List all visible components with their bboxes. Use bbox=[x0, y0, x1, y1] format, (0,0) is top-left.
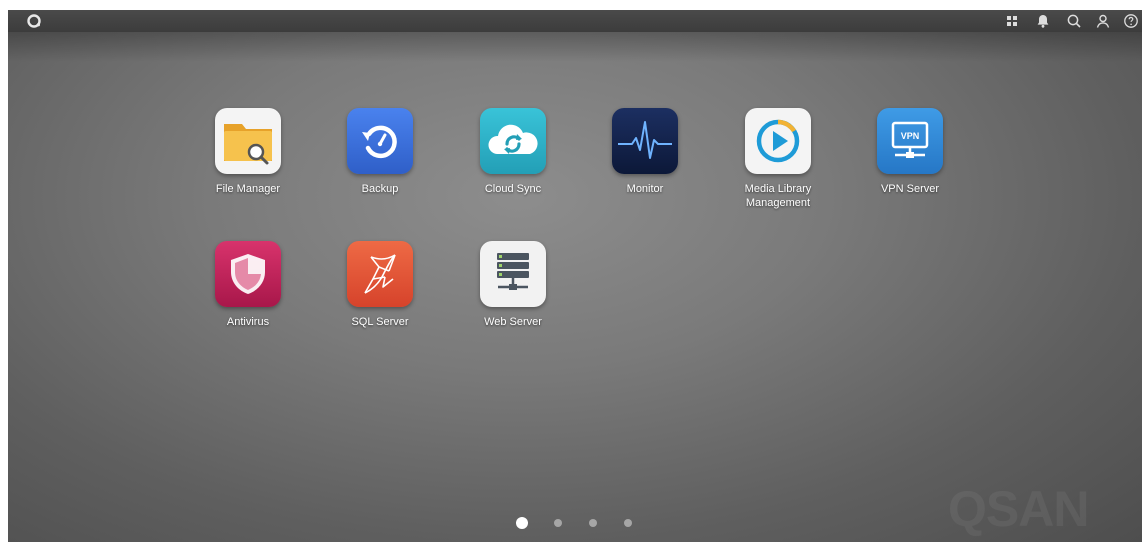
help-icon[interactable] bbox=[1123, 13, 1139, 29]
app-label: Cloud Sync bbox=[484, 183, 542, 195]
page-dot-2[interactable] bbox=[554, 519, 562, 527]
user-icon[interactable] bbox=[1095, 13, 1111, 29]
qsan-watermark: QSAN bbox=[948, 481, 1089, 537]
app-cloud-sync[interactable]: Cloud Sync bbox=[458, 108, 568, 196]
apps-grid-icon[interactable] bbox=[1004, 13, 1020, 29]
app-label: VPN Server bbox=[880, 183, 940, 195]
sql-server-icon bbox=[347, 241, 413, 307]
page-dot-4[interactable] bbox=[624, 519, 632, 527]
app-label: Monitor bbox=[626, 183, 664, 195]
media-library-icon bbox=[745, 108, 811, 174]
vpn-badge-text: VPN bbox=[901, 131, 920, 141]
app-media-library[interactable]: Media Library Management bbox=[723, 108, 833, 210]
monitor-icon bbox=[612, 108, 678, 174]
antivirus-icon bbox=[215, 241, 281, 307]
app-antivirus[interactable]: Antivirus bbox=[193, 241, 303, 329]
app-web-server[interactable]: Web Server bbox=[458, 241, 568, 329]
app-label: Web Server bbox=[484, 316, 542, 328]
app-vpn-server[interactable]: VPN VPN Server bbox=[855, 108, 965, 196]
page-dot-1[interactable] bbox=[516, 517, 528, 529]
app-monitor[interactable]: Monitor bbox=[590, 108, 700, 196]
app-sql-server[interactable]: SQL Server bbox=[325, 241, 435, 329]
app-label: Antivirus bbox=[226, 316, 270, 328]
cloud-sync-icon bbox=[480, 108, 546, 174]
web-server-icon bbox=[480, 241, 546, 307]
top-bar bbox=[8, 10, 1142, 62]
app-backup[interactable]: Backup bbox=[325, 108, 435, 196]
app-label: Backup bbox=[361, 183, 399, 195]
desktop: File Manager Backup Cloud Sync Monitor M… bbox=[8, 10, 1142, 542]
vpn-server-icon: VPN bbox=[877, 108, 943, 174]
app-label: File Manager bbox=[215, 183, 281, 195]
app-label: Media Library Management bbox=[744, 183, 812, 209]
app-file-manager[interactable]: File Manager bbox=[193, 108, 303, 196]
app-label: SQL Server bbox=[351, 316, 409, 328]
search-icon[interactable] bbox=[1066, 13, 1082, 29]
qsan-logo-icon[interactable] bbox=[26, 13, 42, 29]
backup-icon bbox=[347, 108, 413, 174]
bell-icon[interactable] bbox=[1035, 13, 1051, 29]
file-manager-icon bbox=[215, 108, 281, 174]
page-dot-3[interactable] bbox=[589, 519, 597, 527]
